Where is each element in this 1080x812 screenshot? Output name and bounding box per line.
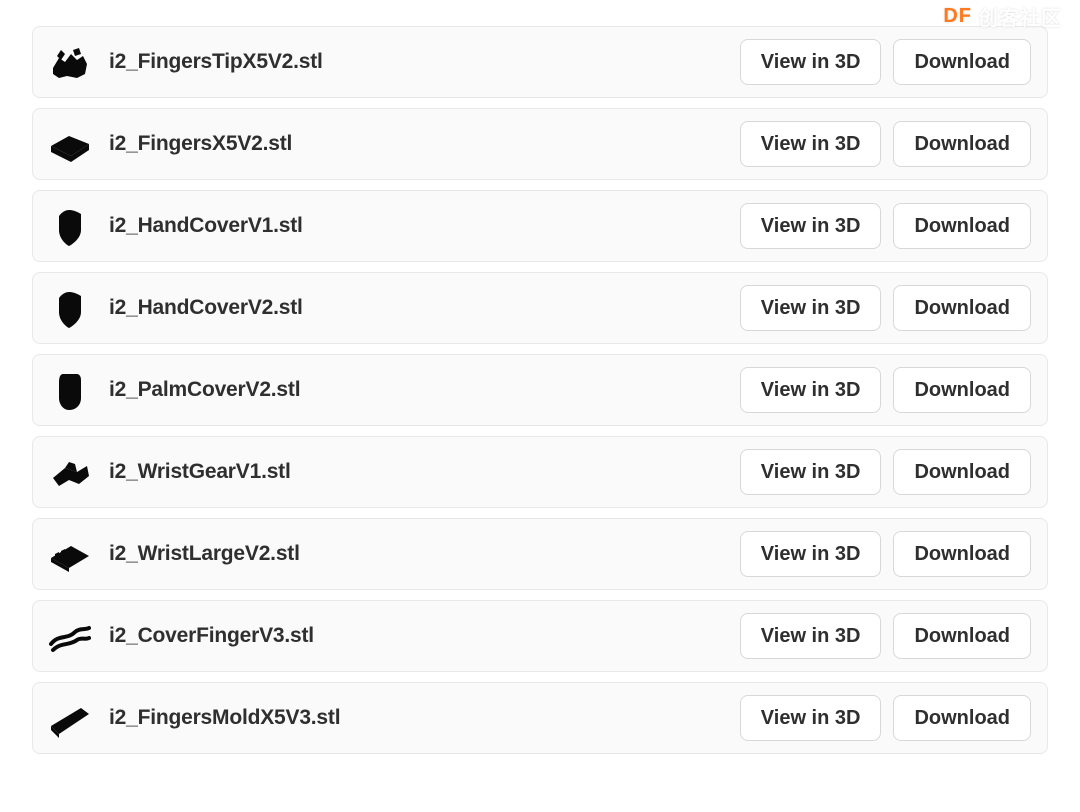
- robot-icon: [913, 6, 939, 28]
- watermark: DF 创客社区: [913, 2, 1062, 31]
- view-in-3d-button[interactable]: View in 3D: [740, 449, 882, 495]
- file-row-left: i2_HandCoverV1.stl: [47, 204, 303, 248]
- file-name: i2_FingersMoldX5V3.stl: [109, 706, 340, 730]
- file-actions: View in 3DDownload: [740, 39, 1031, 85]
- view-in-3d-button[interactable]: View in 3D: [740, 285, 882, 331]
- file-thumbnail-icon: [47, 286, 91, 330]
- file-row: i2_FingersX5V2.stl View in 3DDownload: [32, 108, 1048, 180]
- file-thumbnail-icon: [47, 204, 91, 248]
- file-row: i2_WristGearV1.stl View in 3DDownload: [32, 436, 1048, 508]
- view-in-3d-button[interactable]: View in 3D: [740, 531, 882, 577]
- file-name: i2_PalmCoverV2.stl: [109, 378, 300, 402]
- file-actions: View in 3DDownload: [740, 449, 1031, 495]
- download-button[interactable]: Download: [893, 695, 1031, 741]
- watermark-text: 创客社区: [978, 2, 1062, 31]
- view-in-3d-button[interactable]: View in 3D: [740, 367, 882, 413]
- file-actions: View in 3DDownload: [740, 367, 1031, 413]
- view-in-3d-button[interactable]: View in 3D: [740, 39, 882, 85]
- file-row-left: i2_FingersTipX5V2.stl: [47, 40, 323, 84]
- file-row-left: i2_FingersMoldX5V3.stl: [47, 696, 340, 740]
- download-button[interactable]: Download: [893, 39, 1031, 85]
- download-button[interactable]: Download: [893, 285, 1031, 331]
- file-name: i2_CoverFingerV3.stl: [109, 624, 314, 648]
- file-thumbnail-icon: [47, 532, 91, 576]
- download-button[interactable]: Download: [893, 367, 1031, 413]
- file-row: i2_HandCoverV2.stl View in 3DDownload: [32, 272, 1048, 344]
- page: DF 创客社区 i2_FingersTipX5V2.stlView in 3DD…: [0, 0, 1080, 812]
- file-name: i2_FingersX5V2.stl: [109, 132, 292, 156]
- file-name: i2_HandCoverV2.stl: [109, 296, 303, 320]
- file-thumbnail-icon: [47, 450, 91, 494]
- download-button[interactable]: Download: [893, 203, 1031, 249]
- file-thumbnail-icon: [47, 614, 91, 658]
- download-button[interactable]: Download: [893, 121, 1031, 167]
- file-row: i2_FingersTipX5V2.stl View in 3DDownload: [32, 26, 1048, 98]
- file-row: i2_PalmCoverV2.stl View in 3DDownload: [32, 354, 1048, 426]
- file-row: i2_WristLargeV2.stl View in 3DDownload: [32, 518, 1048, 590]
- file-row-left: i2_FingersX5V2.stl: [47, 122, 292, 166]
- file-actions: View in 3DDownload: [740, 203, 1031, 249]
- file-list: i2_FingersTipX5V2.stlView in 3DDownloadi…: [32, 26, 1048, 754]
- download-button[interactable]: Download: [893, 531, 1031, 577]
- file-actions: View in 3DDownload: [740, 121, 1031, 167]
- file-thumbnail-icon: [47, 40, 91, 84]
- watermark-df: DF: [943, 5, 972, 28]
- view-in-3d-button[interactable]: View in 3D: [740, 695, 882, 741]
- download-button[interactable]: Download: [893, 613, 1031, 659]
- file-name: i2_WristLargeV2.stl: [109, 542, 300, 566]
- view-in-3d-button[interactable]: View in 3D: [740, 203, 882, 249]
- view-in-3d-button[interactable]: View in 3D: [740, 121, 882, 167]
- file-row: i2_HandCoverV1.stl View in 3DDownload: [32, 190, 1048, 262]
- download-button[interactable]: Download: [893, 449, 1031, 495]
- file-name: i2_HandCoverV1.stl: [109, 214, 303, 238]
- file-thumbnail-icon: [47, 122, 91, 166]
- file-thumbnail-icon: [47, 368, 91, 412]
- file-name: i2_FingersTipX5V2.stl: [109, 50, 323, 74]
- file-row-left: i2_WristGearV1.stl: [47, 450, 291, 494]
- file-row-left: i2_CoverFingerV3.stl: [47, 614, 314, 658]
- view-in-3d-button[interactable]: View in 3D: [740, 613, 882, 659]
- file-actions: View in 3DDownload: [740, 531, 1031, 577]
- file-actions: View in 3DDownload: [740, 285, 1031, 331]
- file-name: i2_WristGearV1.stl: [109, 460, 291, 484]
- file-row-left: i2_WristLargeV2.stl: [47, 532, 300, 576]
- file-row: i2_FingersMoldX5V3.stl View in 3DDownload: [32, 682, 1048, 754]
- file-thumbnail-icon: [47, 696, 91, 740]
- file-row: i2_CoverFingerV3.stl View in 3DDownload: [32, 600, 1048, 672]
- file-row-left: i2_PalmCoverV2.stl: [47, 368, 300, 412]
- file-actions: View in 3DDownload: [740, 613, 1031, 659]
- file-actions: View in 3DDownload: [740, 695, 1031, 741]
- file-row-left: i2_HandCoverV2.stl: [47, 286, 303, 330]
